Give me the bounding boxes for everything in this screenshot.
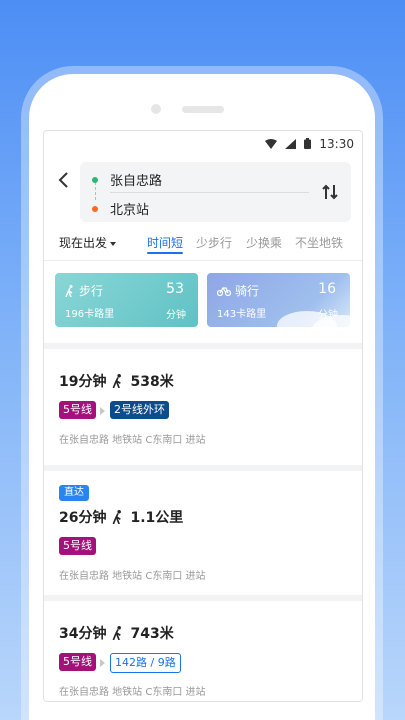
wifi-icon [265, 138, 278, 149]
plan-duration: 26分钟 [59, 510, 107, 526]
route-header: 张自忠路 北京站 [44, 156, 362, 226]
plan-description: 在张自忠路 地铁站 C东南口 进站 [59, 687, 206, 698]
destination-dot-icon [92, 205, 98, 212]
camera-icon [151, 104, 161, 114]
line-badge-2: 2号线外环 [110, 401, 169, 419]
plan-walk-distance: 1.1公里 [130, 510, 184, 526]
route-options-bar: 现在出发 时间短 少步行 少换乘 不坐地铁 [44, 226, 362, 260]
walk-icon [113, 510, 122, 524]
walk-minutes-unit: 分钟 [166, 310, 186, 321]
app-screen: 13:30 张自忠路 北京站 现在出发 时间短 少步行 少换乘 不坐地铁 步行 … [43, 130, 363, 702]
tab-no-subway[interactable]: 不坐地铁 [295, 234, 343, 251]
tab-less-walking[interactable]: 少步行 [196, 234, 232, 251]
bike-minutes-unit: 分钟 [318, 310, 338, 321]
origin-field[interactable]: 张自忠路 [92, 170, 162, 189]
bus-badge: 142路 / 9路 [110, 653, 181, 673]
plan-description: 在张自忠路 地铁站 C东南口 进站 [59, 571, 206, 582]
battery-icon [304, 138, 312, 149]
bike-icon [217, 286, 231, 296]
status-bar: 13:30 [44, 131, 362, 156]
origin-dot-icon [92, 176, 98, 183]
plan-description: 在张自忠路 地铁站 C东南口 进站 [59, 435, 206, 446]
route-input-box: 张自忠路 北京站 [80, 162, 351, 222]
bike-mode-label: 骑行 [217, 282, 259, 299]
walk-minutes: 53 [166, 281, 184, 297]
speaker-icon [182, 106, 224, 113]
back-arrow-icon[interactable] [54, 170, 74, 190]
plan-summary: 34分钟 743米 [59, 623, 174, 643]
plan-summary: 19分钟 538米 [59, 371, 174, 391]
destination-field[interactable]: 北京站 [92, 199, 149, 218]
route-divider [110, 192, 309, 193]
plan-walk-distance: 538米 [130, 374, 174, 390]
plan-card-3[interactable]: 34分钟 743米 5号线 142路 / 9路 在张自忠路 地铁站 C东南口 进… [44, 601, 362, 701]
line-badge-5: 5号线 [59, 653, 96, 671]
bike-mode-card[interactable]: 骑行 143卡路里 16 分钟 [207, 273, 350, 327]
transfer-arrow-icon [100, 407, 105, 415]
line-badge-5: 5号线 [59, 401, 96, 419]
walk-icon [113, 626, 122, 640]
depart-time-dropdown[interactable]: 现在出发 [59, 234, 117, 251]
tab-fewer-transfers[interactable]: 少换乘 [246, 234, 282, 251]
bike-minutes: 16 [318, 281, 336, 297]
walk-label-text: 步行 [79, 284, 104, 298]
walk-icon [65, 284, 73, 297]
swap-icon[interactable] [321, 183, 339, 201]
walk-mode-label: 步行 [65, 282, 103, 299]
plan-summary: 26分钟 1.1公里 [59, 507, 183, 527]
destination-text: 北京站 [110, 203, 150, 218]
signal-icon [285, 138, 297, 149]
bike-label-text: 骑行 [235, 284, 260, 298]
status-time: 13:30 [319, 136, 354, 151]
walk-calories: 196卡路里 [65, 309, 115, 320]
tab-shortest-time[interactable]: 时间短 [147, 234, 184, 254]
plan-card-2[interactable]: 直达 26分钟 1.1公里 5号线 在张自忠路 地铁站 C东南口 进站 [44, 471, 362, 595]
walk-icon [113, 374, 122, 388]
caret-down-icon [110, 241, 117, 246]
walk-mode-card[interactable]: 步行 196卡路里 53 分钟 [55, 273, 198, 327]
plan-card-1[interactable]: 19分钟 538米 5号线 2号线外环 在张自忠路 地铁站 C东南口 进站 [44, 349, 362, 465]
origin-text: 张自忠路 [110, 174, 163, 189]
line-badge-5: 5号线 [59, 537, 96, 555]
plan-walk-distance: 743米 [130, 626, 174, 642]
plan-duration: 34分钟 [59, 626, 107, 642]
travel-modes: 步行 196卡路里 53 分钟 骑行 143卡路里 16 分钟 [44, 261, 362, 343]
depart-time-label: 现在出发 [59, 236, 108, 250]
direct-tag: 直达 [59, 485, 89, 501]
bike-calories: 143卡路里 [217, 309, 267, 320]
transfer-arrow-icon [100, 659, 105, 667]
plan-duration: 19分钟 [59, 374, 107, 390]
